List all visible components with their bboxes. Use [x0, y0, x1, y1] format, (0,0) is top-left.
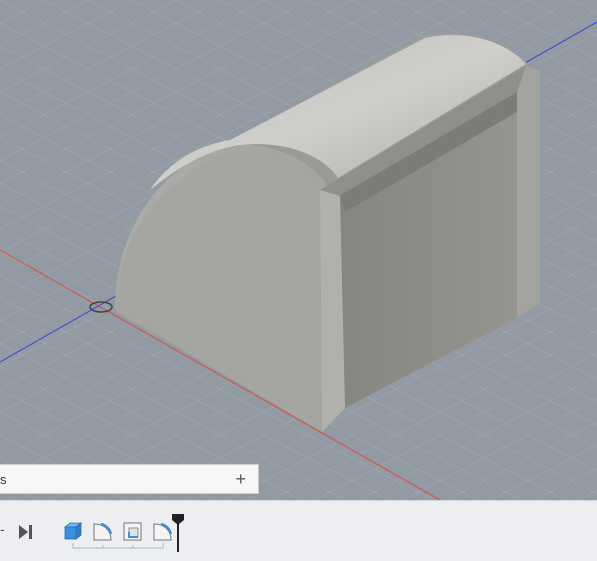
timeline-track — [72, 543, 164, 549]
step-back-button[interactable]: - — [0, 521, 5, 537]
timeline-marker-icon — [172, 514, 184, 552]
add-button[interactable]: + — [235, 468, 246, 490]
extrude-icon — [63, 522, 83, 540]
timeline-feature-shell[interactable] — [122, 520, 144, 542]
fillet-icon — [93, 522, 113, 541]
browser-panel: s + — [0, 464, 259, 494]
model-canvas — [0, 0, 597, 500]
skip-forward-icon — [19, 525, 32, 539]
timeline-feature-fillet[interactable] — [92, 520, 114, 542]
browser-panel-label: s — [0, 472, 7, 487]
timeline-feature-extrude[interactable] — [62, 520, 84, 542]
shell-icon — [123, 522, 142, 541]
timeline-bar: - — [0, 500, 597, 561]
go-to-end-button[interactable] — [18, 525, 34, 539]
3d-viewport[interactable] — [0, 0, 597, 500]
timeline-marker-handle[interactable] — [171, 514, 185, 554]
